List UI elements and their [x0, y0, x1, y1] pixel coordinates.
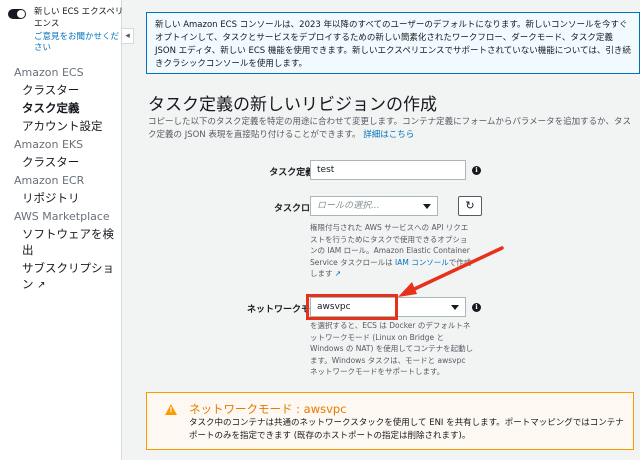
learn-more-link[interactable]: 詳細はこちら: [363, 130, 414, 140]
feedback-link[interactable]: ご意見をお聞かせください: [34, 32, 124, 54]
sidebar-item-repositories[interactable]: リポジトリ: [22, 190, 118, 206]
sidebar-item-eks-clusters[interactable]: クラスター: [22, 154, 118, 170]
sidebar-item-ecs-clusters[interactable]: クラスター: [22, 82, 118, 98]
main-content: 新しい Amazon ECS コンソールは、2023 年以降のすべてのユーザーの…: [136, 0, 640, 460]
annotation-highlight-box: [306, 294, 398, 320]
warning-text: タスク中のコンテナは共通のネットワークスタックを使用して ENI を共有します。…: [189, 418, 624, 441]
task-role-select[interactable]: ロールの選択...: [310, 196, 438, 216]
sidebar: 新しい ECS エクスペリエンス ご意見をお聞かせください Amazon ECS…: [0, 0, 124, 460]
chevron-down-icon: [423, 204, 431, 209]
sidebar-item-task-definitions[interactable]: タスク定義: [22, 100, 118, 116]
sidebar-item-account-settings[interactable]: アカウント設定: [22, 118, 118, 134]
task-def-name-info-icon[interactable]: i: [472, 166, 481, 175]
external-link-icon: ↗: [334, 269, 342, 278]
sidebar-item-subscriptions-label: サブスクリプション: [22, 261, 114, 291]
new-console-info-banner: 新しい Amazon ECS コンソールは、2023 年以降のすべてのユーザーの…: [146, 12, 640, 74]
chevron-left-icon: ◂: [125, 31, 130, 41]
toggle-knob: [17, 10, 25, 18]
external-link-icon: ↗: [37, 280, 46, 291]
network-mode-info-icon[interactable]: i: [472, 303, 481, 312]
chevron-down-icon: [451, 305, 459, 310]
task-role-help: 権限付与された AWS サービスへの API リクエストを行うためにタスクで使用…: [310, 222, 474, 280]
new-experience-toggle[interactable]: [8, 9, 26, 19]
nav-section-ecs: Amazon ECS: [14, 66, 84, 79]
page-title: タスク定義の新しいリビジョンの作成: [148, 95, 437, 115]
network-mode-warning: ! ネットワークモード : awsvpc タスク中のコンテナは共通のネットワーク…: [146, 392, 634, 450]
task-role-placeholder: ロールの選択...: [317, 201, 380, 211]
toggle-label: 新しい ECS エクスペリエンス: [34, 7, 124, 29]
warning-icon-mark: !: [169, 406, 173, 414]
nav-section-marketplace: AWS Marketplace: [14, 210, 110, 223]
page-description: コピーした以下のタスク定義を特定の用途に合わせて変更します。コンテナ定義にフォー…: [148, 116, 636, 142]
sidebar-item-discover-software[interactable]: ソフトウェアを検出: [22, 226, 118, 258]
nav-section-eks: Amazon EKS: [14, 138, 84, 151]
task-def-name-input[interactable]: test: [310, 160, 466, 180]
refresh-icon: ↻: [465, 199, 475, 212]
iam-console-link[interactable]: IAM コンソール: [395, 258, 449, 267]
sidebar-collapse-button[interactable]: ◂: [122, 28, 134, 44]
warning-title: ネットワークモード : awsvpc: [189, 402, 347, 416]
network-mode-help-text: を選択すると、ECS は Docker のデフォルトネットワークモード (Lin…: [310, 321, 474, 376]
sidebar-item-subscriptions[interactable]: サブスクリプション ↗: [22, 260, 118, 294]
nav-section-ecr: Amazon ECR: [14, 174, 85, 187]
refresh-roles-button[interactable]: ↻: [458, 196, 482, 216]
sidebar-nav: Amazon ECS クラスター タスク定義 アカウント設定 Amazon EK…: [14, 62, 118, 296]
